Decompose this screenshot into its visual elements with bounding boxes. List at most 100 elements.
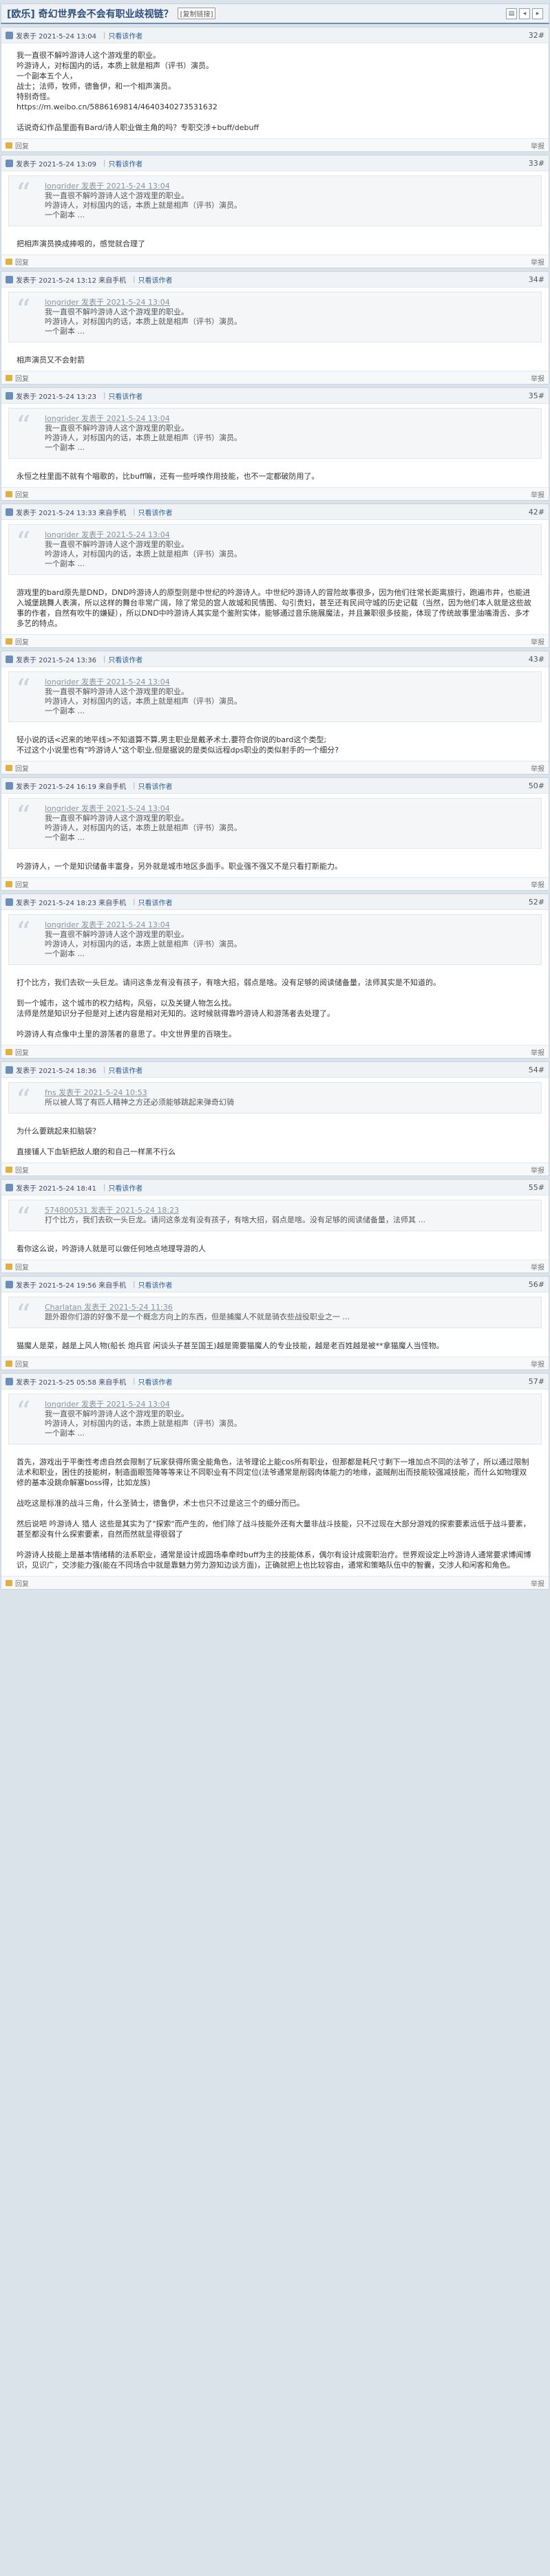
quote-header[interactable]: longrider 发表于 2021-5-24 13:04: [45, 678, 533, 687]
floor-number[interactable]: 52#: [529, 898, 544, 907]
only-author-link[interactable]: 只看该作者: [108, 30, 142, 41]
floor-number[interactable]: 57#: [529, 1377, 544, 1386]
quote-line: 吟游诗人，对标国内的话，本质上就是相声（评书）演员。: [45, 697, 242, 706]
only-author-link[interactable]: 只看该作者: [138, 1279, 172, 1290]
reply-link[interactable]: 回复: [15, 1047, 29, 1057]
report-link[interactable]: 举报: [531, 1262, 544, 1272]
report-link[interactable]: 举报: [531, 636, 544, 647]
quote-header[interactable]: Charlatan 发表于 2021-5-24 11:36: [45, 1303, 533, 1312]
only-author-link[interactable]: 只看该作者: [108, 1182, 142, 1193]
reply-link[interactable]: 回复: [15, 636, 29, 647]
reply-icon[interactable]: [6, 764, 12, 771]
reply-link[interactable]: 回复: [15, 763, 29, 773]
floor-number[interactable]: 54#: [529, 1065, 544, 1074]
quote-header[interactable]: longrider 发表于 2021-5-24 13:04: [45, 920, 533, 930]
reply-link[interactable]: 回复: [15, 373, 29, 383]
reply-link[interactable]: 回复: [15, 879, 29, 889]
post-text-line: 一个副本五个人，: [17, 72, 77, 80]
only-author-link[interactable]: 只看该作者: [108, 654, 142, 664]
reply-icon[interactable]: [6, 1360, 12, 1367]
floor-number[interactable]: 34#: [529, 275, 544, 284]
report-link[interactable]: 举报: [531, 763, 544, 773]
report-link[interactable]: 举报: [531, 373, 544, 383]
reply-link[interactable]: 回复: [15, 1359, 29, 1369]
report-link[interactable]: 举报: [531, 140, 544, 151]
reply-icon[interactable]: [6, 258, 12, 265]
quote-header[interactable]: 574800531 发表于 2021-5-24 18:23: [45, 1206, 533, 1215]
report-link[interactable]: 举报: [531, 1165, 544, 1175]
avatar[interactable]: [6, 1377, 13, 1385]
reply-link[interactable]: 回复: [15, 1262, 29, 1272]
post-body: 我一直很不解吟游诗人这个游戏里的职业。 吟游诗人，对标国内的话，本质上就是相声（评…: [1, 43, 549, 138]
post-footer: 回复 举报: [1, 1259, 549, 1273]
only-author-link[interactable]: 只看该作者: [138, 507, 172, 517]
report-link[interactable]: 举报: [531, 1359, 544, 1369]
floor-number[interactable]: 55#: [529, 1183, 544, 1192]
only-author-link[interactable]: 只看该作者: [108, 1065, 142, 1075]
reply-link[interactable]: 回复: [15, 1165, 29, 1175]
reply-link[interactable]: 回复: [15, 257, 29, 267]
floor-number[interactable]: 50#: [529, 781, 544, 790]
floor-number[interactable]: 43#: [529, 655, 544, 664]
report-link[interactable]: 举报: [531, 257, 544, 267]
floor-number[interactable]: 42#: [529, 508, 544, 517]
post-text-line: 打个比方，我们去砍一头巨龙。请问这条龙有没有孩子，有啥大招，弱点是啥。没有足够的…: [17, 978, 441, 987]
next-thread-icon[interactable]: ▸: [532, 8, 543, 19]
only-author-link[interactable]: 只看该作者: [108, 158, 142, 169]
quote-header[interactable]: longrider 发表于 2021-5-24 13:04: [45, 414, 533, 424]
floor-number[interactable]: 35#: [529, 391, 544, 400]
only-author-link[interactable]: 只看该作者: [138, 274, 172, 285]
quote-header[interactable]: longrider 发表于 2021-5-24 13:04: [45, 804, 533, 814]
avatar[interactable]: [6, 781, 13, 790]
avatar[interactable]: [6, 275, 13, 283]
avatar[interactable]: [6, 159, 13, 167]
avatar[interactable]: [6, 898, 13, 906]
quote-header[interactable]: longrider 发表于 2021-5-24 13:04: [45, 530, 533, 540]
only-author-link[interactable]: 只看该作者: [138, 781, 172, 791]
reply-icon[interactable]: [6, 1579, 12, 1586]
reply-icon[interactable]: [6, 1166, 12, 1173]
reply-link[interactable]: 回复: [15, 1578, 29, 1588]
floor-number[interactable]: 56#: [529, 1280, 544, 1289]
only-author-link[interactable]: 只看该作者: [138, 1376, 172, 1387]
quote-header[interactable]: longrider 发表于 2021-5-24 13:04: [45, 298, 533, 307]
reply-icon[interactable]: [6, 142, 12, 149]
reply-link[interactable]: 回复: [15, 140, 29, 151]
print-icon[interactable]: ▤: [506, 8, 517, 19]
copy-link-button[interactable]: [复制链接]: [177, 8, 216, 19]
avatar[interactable]: [6, 391, 13, 400]
report-link[interactable]: 举报: [531, 489, 544, 499]
avatar[interactable]: [6, 1065, 13, 1074]
avatar[interactable]: [6, 508, 13, 516]
prev-thread-icon[interactable]: ◂: [519, 8, 530, 19]
quote-mark-icon: “: [16, 293, 31, 327]
post-text-line: 把相声演员换成捧哏的，感觉就合理了: [17, 239, 145, 248]
reply-link[interactable]: 回复: [15, 489, 29, 499]
avatar[interactable]: [6, 31, 13, 39]
reply-icon[interactable]: [6, 638, 12, 645]
reply-icon[interactable]: [6, 490, 12, 497]
floor-number[interactable]: 33#: [529, 159, 544, 168]
report-link[interactable]: 举报: [531, 1578, 544, 1588]
separator: |: [133, 1377, 136, 1385]
avatar[interactable]: [6, 1183, 13, 1191]
quote-header[interactable]: fns 发表于 2021-5-24 10:53: [45, 1088, 533, 1098]
report-link[interactable]: 举报: [531, 879, 544, 889]
post-time: 发表于 2021-5-24 13:09: [16, 160, 96, 169]
quote-header[interactable]: longrider 发表于 2021-5-24 13:04: [45, 182, 533, 191]
reply-icon[interactable]: [6, 1263, 12, 1270]
report-link[interactable]: 举报: [531, 1047, 544, 1057]
avatar[interactable]: [6, 1280, 13, 1288]
avatar[interactable]: [6, 655, 13, 663]
reply-icon[interactable]: [6, 880, 12, 887]
quote-block: “ Charlatan 发表于 2021-5-24 11:36 题外跟你们游的好…: [8, 1297, 542, 1332]
quote-block: “ longrider 发表于 2021-5-24 13:04 我一直很不解吟游…: [8, 914, 542, 965]
reply-icon[interactable]: [6, 374, 12, 381]
only-author-link[interactable]: 只看该作者: [108, 391, 142, 401]
post-footer: 回复 举报: [1, 1162, 549, 1176]
reply-icon[interactable]: [6, 1048, 12, 1055]
floor-number[interactable]: 32#: [529, 31, 544, 40]
only-author-link[interactable]: 只看该作者: [138, 897, 172, 907]
quote-header[interactable]: longrider 发表于 2021-5-24 13:04: [45, 1400, 533, 1409]
